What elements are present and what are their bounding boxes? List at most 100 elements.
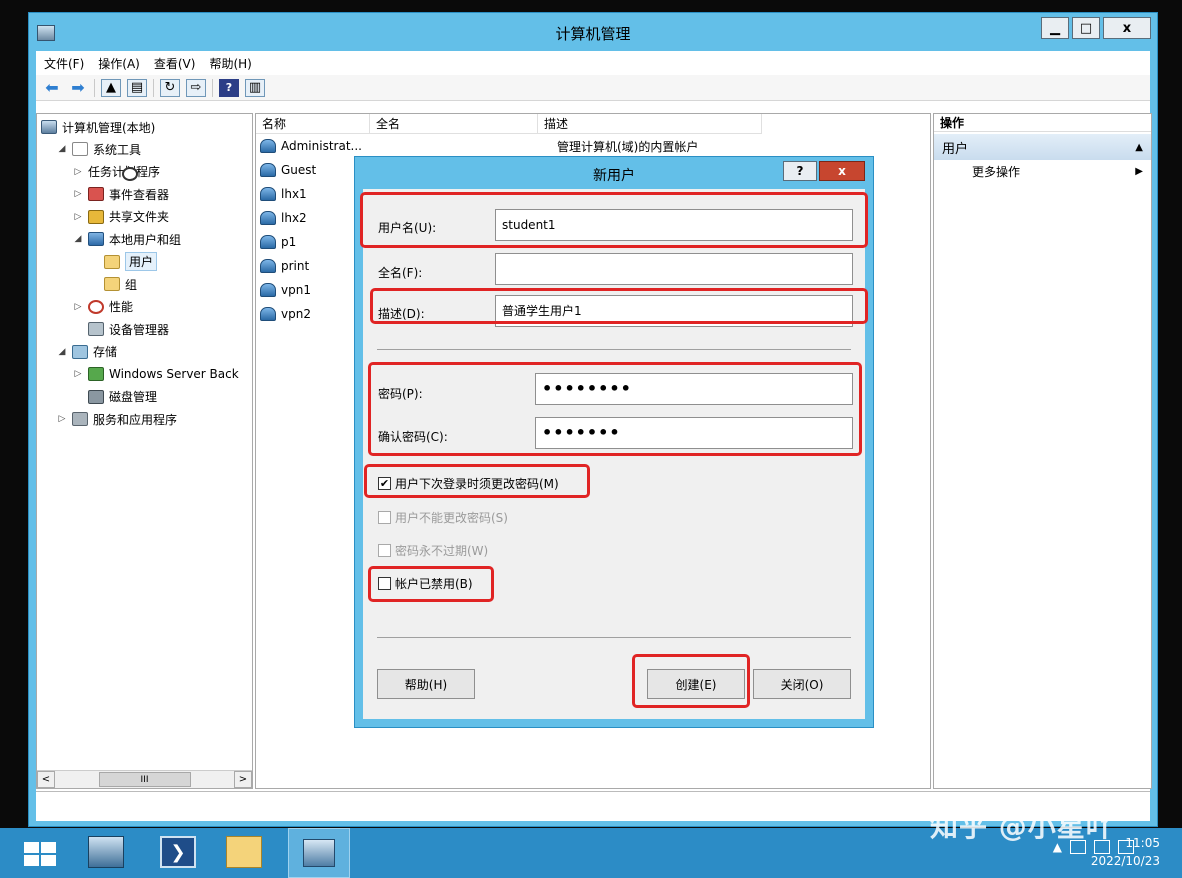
expander-icon[interactable]: ▷ [57, 414, 67, 424]
expander-icon[interactable]: ◢ [57, 144, 67, 154]
tree-item[interactable]: 用户 [89, 251, 158, 273]
never-expires-checkbox[interactable]: 密码永不过期(W) [378, 542, 488, 559]
tree-root-label: 计算机管理(本地) [62, 120, 156, 135]
expander-icon[interactable]: ▷ [73, 212, 83, 222]
tree-item[interactable]: ▷ 性能 [73, 296, 133, 318]
tree-item-label: 本地用户和组 [109, 232, 182, 247]
tree-item[interactable]: 组 [89, 273, 137, 295]
tree-horizontal-scrollbar[interactable]: < III > [37, 770, 252, 788]
tree-item[interactable]: ◢ 存储 [57, 341, 117, 363]
menu-view[interactable]: 查看(V) [154, 55, 196, 72]
tree-item[interactable]: ▷任务计划程序 [73, 161, 160, 183]
up-folder-icon[interactable]: ▲ [101, 78, 121, 97]
scroll-thumb[interactable]: III [98, 772, 191, 787]
powershell-icon[interactable]: ❯ [160, 836, 196, 868]
password-label: 密码(P): [378, 387, 423, 401]
description-label: 描述(D): [378, 307, 425, 321]
server-manager-icon[interactable] [88, 836, 124, 868]
tree-item-label: 事件查看器 [109, 187, 170, 202]
refresh-icon[interactable]: ↻ [160, 78, 180, 97]
tree-item-label: 服务和应用程序 [93, 412, 178, 427]
close-button[interactable]: x [1103, 17, 1151, 39]
device-icon [88, 322, 104, 336]
list-header: 名称 全名 描述 [256, 114, 762, 134]
tree-item[interactable]: ▷ 共享文件夹 [73, 206, 169, 228]
user-icon [260, 187, 276, 201]
column-name[interactable]: 名称 [256, 114, 370, 134]
scroll-left-icon[interactable]: < [37, 771, 55, 788]
console-tree: 计算机管理(本地) ◢系统工具▷任务计划程序▷事件查看器▷共享文件夹◢本地用户和… [36, 113, 253, 789]
dialog-title-bar[interactable]: 新用户 ? x [355, 157, 873, 189]
menu-file[interactable]: 文件(F) [44, 55, 84, 72]
expander-icon[interactable]: ▷ [73, 189, 83, 199]
expander-icon[interactable]: ◢ [57, 347, 67, 357]
more-actions-item[interactable]: 更多操作 ▶ [934, 160, 1151, 182]
expander-icon[interactable]: ▷ [73, 167, 83, 177]
export-list-icon[interactable]: ⇨ [186, 78, 206, 97]
close-dialog-button[interactable]: 关闭(O) [753, 669, 851, 699]
username-field[interactable]: student1 [495, 209, 853, 241]
must-change-password-checkbox[interactable]: ✔ 用户下次登录时须更改密码(M) [378, 475, 559, 492]
dialog-close-button[interactable]: x [819, 161, 865, 181]
cell-name: Administrat... [281, 139, 362, 153]
column-description[interactable]: 描述 [538, 114, 762, 134]
table-row[interactable]: Administrat... 管理计算机(域)的内置帐户 [260, 136, 920, 156]
new-user-dialog: 新用户 ? x 用户名(U): student1 全名(F): 描述(D): 普… [354, 156, 874, 728]
expander-icon[interactable]: ▷ [73, 369, 83, 379]
menu-bar: 文件(F) 操作(A) 查看(V) 帮助(H) [36, 51, 1150, 75]
user-icon [260, 139, 276, 153]
password-field[interactable]: •••••••• [535, 373, 853, 405]
actions-section-users[interactable]: 用户 ▲ [934, 134, 1151, 160]
divider [377, 637, 851, 638]
show-hide-tree-icon[interactable]: ▤ [127, 78, 147, 97]
maximize-button[interactable]: □ [1072, 17, 1100, 39]
cannot-change-password-checkbox[interactable]: 用户不能更改密码(S) [378, 509, 508, 526]
tree-item[interactable]: 磁盘管理 [73, 386, 157, 408]
window-title: 计算机管理 [555, 25, 631, 43]
divider [377, 349, 851, 350]
expander-icon[interactable]: ◢ [73, 234, 83, 244]
expander-icon[interactable]: ▷ [73, 302, 83, 312]
dialog-help-button[interactable]: ? [783, 161, 817, 181]
zhihu-watermark: 知乎 @小星吖 [930, 810, 1115, 843]
computer-management-taskbar-icon[interactable] [288, 828, 350, 878]
file-explorer-icon[interactable] [226, 836, 262, 868]
tree-item[interactable]: ▷ Windows Server Back [73, 363, 239, 385]
title-bar[interactable]: 计算机管理 ▁ □ x [29, 13, 1157, 51]
checkbox-box [378, 577, 391, 590]
actions-section-label: 用户 [942, 141, 969, 157]
tree-item[interactable]: 设备管理器 [73, 318, 169, 340]
folder-icon [104, 277, 120, 291]
minimize-button[interactable]: ▁ [1041, 17, 1069, 39]
never-expires-label: 密码永不过期(W) [395, 544, 489, 558]
collapse-icon[interactable]: ▲ [1135, 142, 1143, 153]
event-icon [88, 187, 104, 201]
tree-item-label: 组 [125, 277, 138, 292]
forward-arrow-icon[interactable]: ➡ [68, 78, 88, 97]
storage-icon [72, 344, 88, 359]
disk-icon [88, 389, 104, 404]
tree-item[interactable]: ▷ 事件查看器 [73, 183, 169, 205]
confirm-password-field[interactable]: ••••••• [535, 417, 853, 449]
scroll-right-icon[interactable]: > [234, 771, 252, 788]
perf-icon [88, 299, 104, 314]
menu-action[interactable]: 操作(A) [98, 55, 140, 72]
show-action-pane-icon[interactable]: ▥ [245, 78, 265, 97]
fullname-field[interactable] [495, 253, 853, 285]
description-field[interactable]: 普通学生用户1 [495, 295, 853, 327]
create-button[interactable]: 创建(E) [647, 669, 745, 699]
menu-help[interactable]: 帮助(H) [209, 55, 251, 72]
tree-root[interactable]: 计算机管理(本地) [41, 116, 155, 138]
share-icon [88, 209, 104, 224]
help-icon[interactable]: ? [219, 78, 239, 97]
help-button[interactable]: 帮助(H) [377, 669, 475, 699]
account-disabled-checkbox[interactable]: 帐户已禁用(B) [378, 575, 473, 592]
column-fullname[interactable]: 全名 [370, 114, 538, 134]
tree-item[interactable]: ◢ 本地用户和组 [73, 228, 181, 250]
start-windows-icon[interactable] [24, 842, 56, 866]
tree-item[interactable]: ◢ 系统工具 [57, 138, 141, 160]
back-arrow-icon[interactable]: ⬅ [42, 78, 62, 97]
toolbar-separator [212, 78, 213, 97]
tree-item[interactable]: ▷ 服务和应用程序 [57, 408, 177, 430]
clock-icon [122, 166, 139, 181]
